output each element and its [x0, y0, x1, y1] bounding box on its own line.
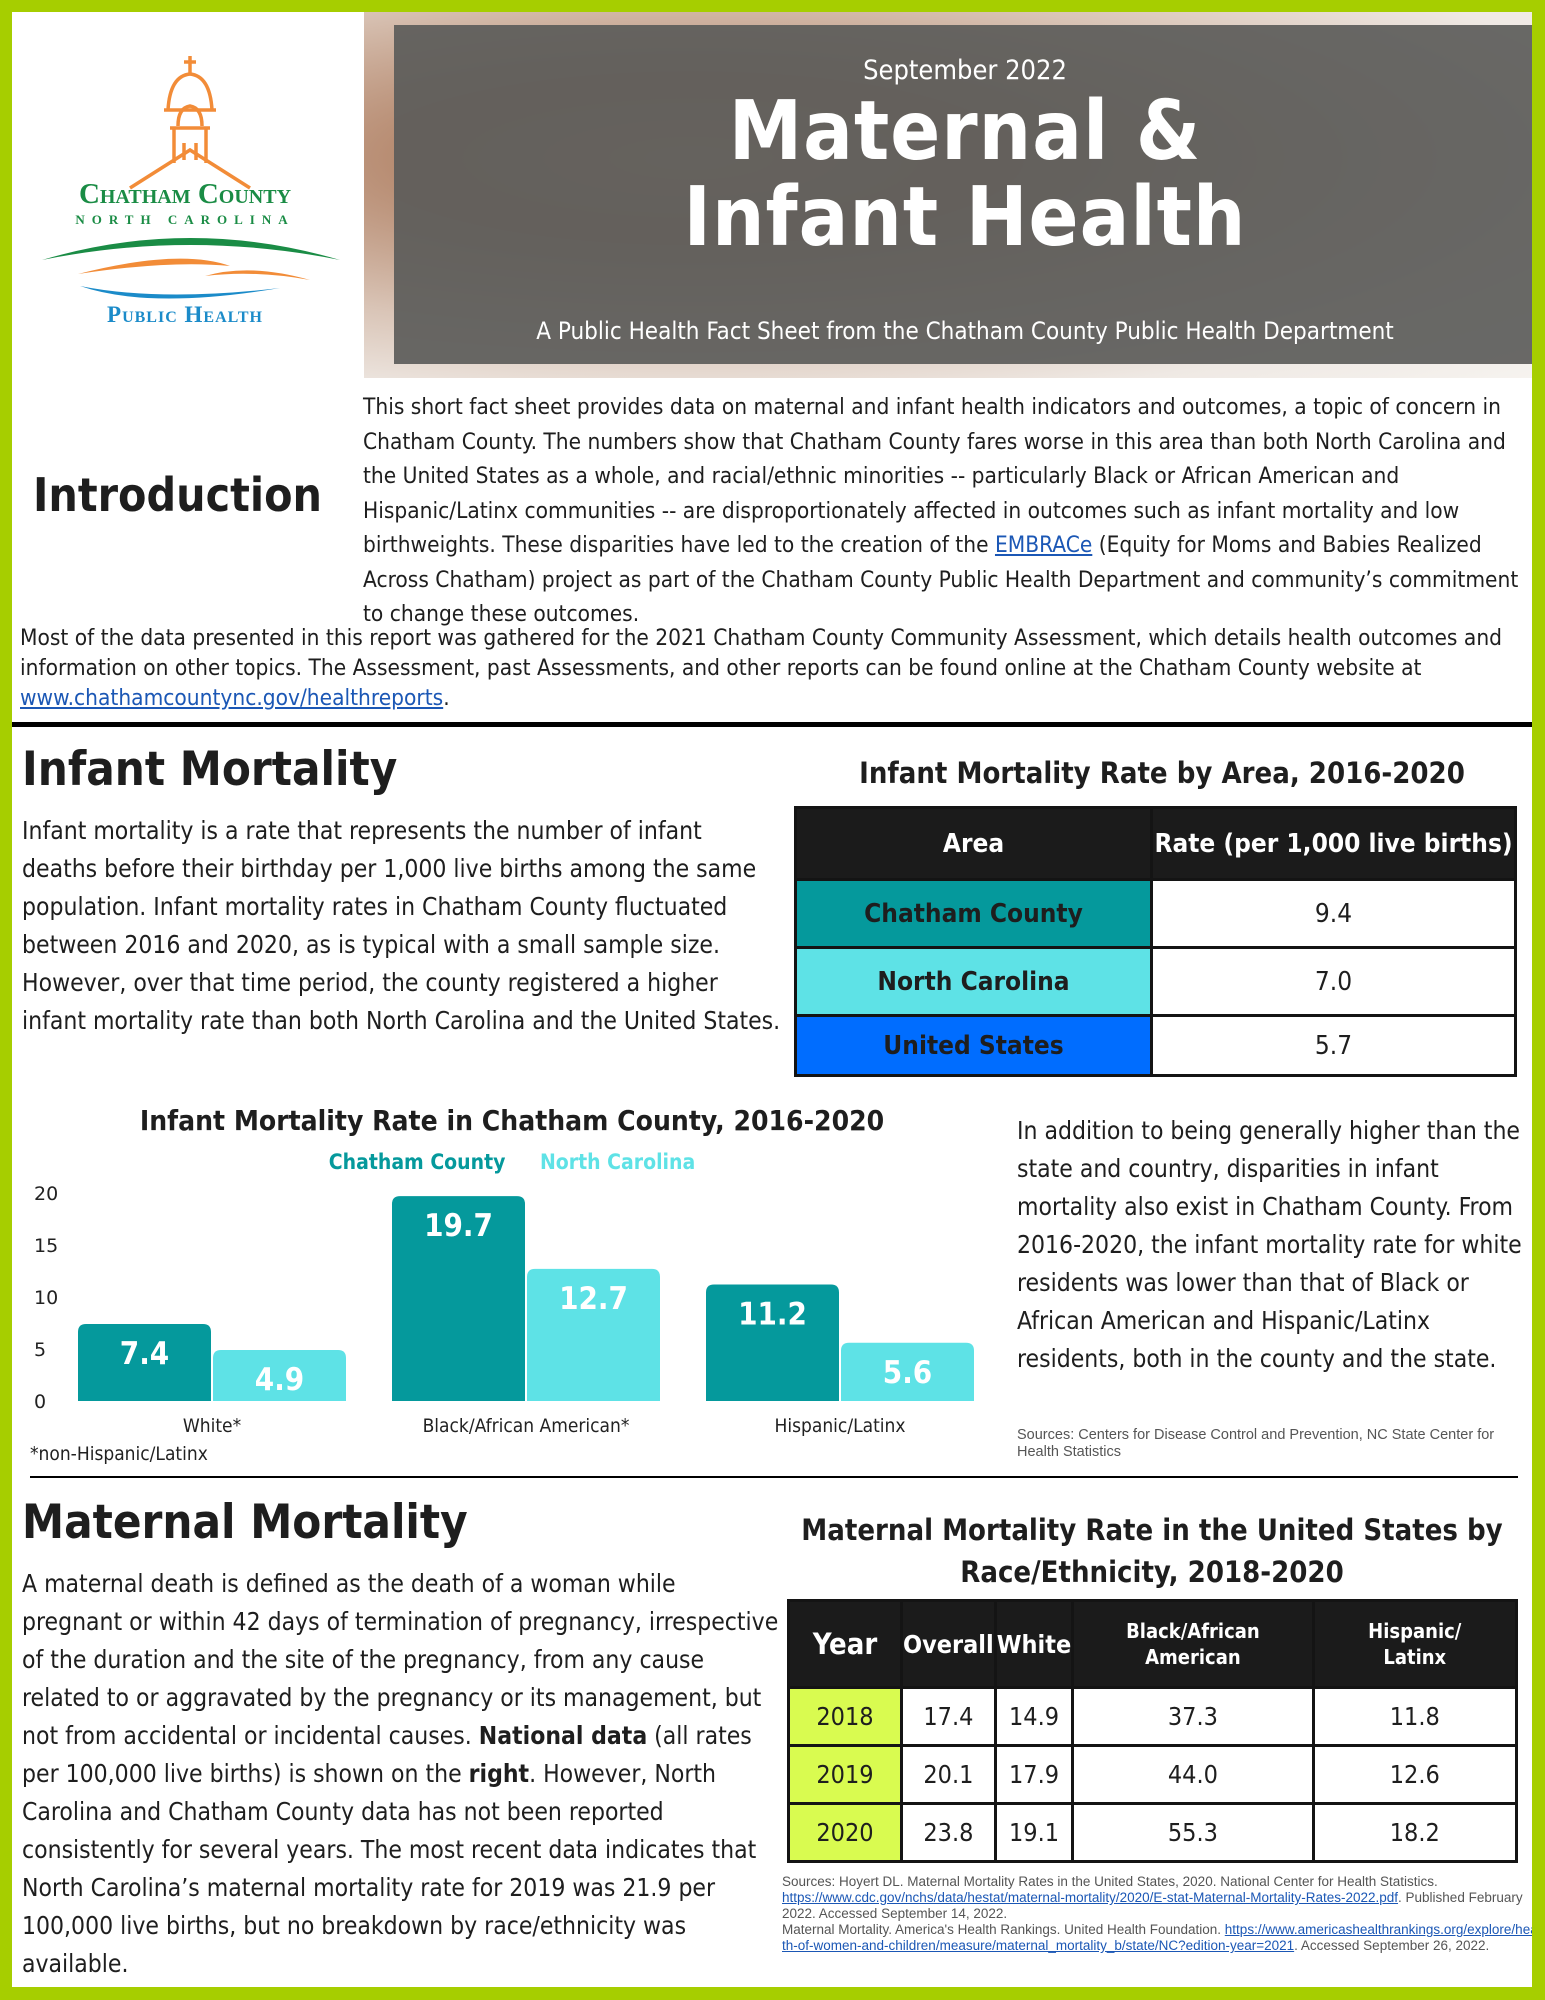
page-title: Maternal & Infant Health	[394, 89, 1532, 261]
rate-cell: 37.3	[1071, 1686, 1315, 1747]
maternal-bold-1: National data	[478, 1721, 648, 1750]
bar-value-label: 4.9	[255, 1362, 304, 1398]
area-cell: North Carolina	[794, 946, 1153, 1017]
infant-mortality-heading: Infant Mortality	[22, 742, 398, 797]
area-table-title: Infant Mortality Rate by Area, 2016-2020	[859, 756, 1465, 790]
disparities-paragraph: In addition to being generally higher th…	[1017, 1116, 1522, 1373]
chatham-county-public-health-logo: Chatham County NORTH CAROLINA Public Hea…	[30, 48, 340, 348]
maternal-table-title: Maternal Mortality Rate in the United St…	[801, 1513, 1503, 1589]
column-header-white: White	[993, 1599, 1075, 1689]
year-cell: 2018	[787, 1686, 903, 1747]
introduction-heading: Introduction	[33, 468, 322, 522]
logo-county-name: Chatham County	[78, 178, 292, 210]
introduction-paragraph: This short fact sheet provides data on m…	[363, 390, 1528, 632]
infant-sources: Sources: Centers for Disease Control and…	[1017, 1427, 1495, 1460]
rate-cell: 14.9	[993, 1686, 1075, 1747]
year-cell: 2019	[787, 1744, 903, 1805]
table-row: North Carolina 7.0	[794, 946, 1517, 1017]
table-row: United States 5.7	[794, 1014, 1517, 1077]
rate-cell: 23.8	[900, 1802, 997, 1863]
maternal-sources: Sources: Hoyert DL. Maternal Mortality R…	[782, 1874, 1532, 1954]
intro-text-4: .	[443, 685, 450, 711]
source-1-text: Sources: Hoyert DL. Maternal Mortality R…	[782, 1874, 1438, 1889]
x-category-label: White*	[183, 1415, 242, 1437]
x-category-label: Hispanic/Latinx	[775, 1415, 906, 1437]
maternal-mortality-heading: Maternal Mortality	[22, 1495, 468, 1550]
intro-text-3: Most of the data presented in this repor…	[20, 625, 1503, 681]
y-tick-label: 15	[34, 1235, 58, 1257]
source-2-after: . Accessed September 26, 2022.	[1294, 1938, 1490, 1953]
area-cell: United States	[794, 1014, 1153, 1077]
table-row: Chatham County 9.4	[794, 878, 1517, 949]
column-header-year: Year	[787, 1599, 903, 1689]
bar-value-label: 12.7	[559, 1281, 628, 1317]
rate-cell: 18.2	[1311, 1802, 1519, 1863]
maternal-bold-2: right	[468, 1759, 530, 1788]
column-header-overall: Overall	[900, 1599, 997, 1689]
column-header-black: Black/African American	[1071, 1599, 1315, 1689]
infant-mortality-bar-chart: 0 5 10 15 20 7.4 4.9 White* 19.7 12.7 Black/Africa…	[30, 1183, 974, 1465]
column-header-area: Area	[794, 806, 1153, 881]
rate-cell: 12.6	[1311, 1744, 1519, 1805]
data-source-paragraph: Most of the data presented in this repor…	[20, 623, 1520, 713]
area-cell: Chatham County	[794, 878, 1153, 949]
chart-footnote: *non-Hispanic/Latinx	[30, 1443, 208, 1465]
maternal-mortality-paragraph: A maternal death is defined as the death…	[22, 1565, 782, 1983]
rate-cell: 17.9	[993, 1744, 1075, 1805]
table-row: 2018 17.4 14.9 37.3 11.8	[787, 1686, 1519, 1747]
page-subtitle: A Public Health Fact Sheet from the Chat…	[536, 317, 1394, 345]
y-tick-label: 5	[34, 1339, 46, 1361]
rate-cell: 20.1	[900, 1744, 997, 1805]
rate-cell: 17.4	[900, 1686, 997, 1747]
table-row: 2020 23.8 19.1 55.3 18.2	[787, 1802, 1519, 1863]
rate-cell: 19.1	[993, 1802, 1075, 1863]
bar-value-label: 5.6	[883, 1355, 932, 1391]
section-divider	[12, 722, 1532, 727]
rate-cell: 9.4	[1150, 878, 1517, 949]
y-tick-label: 20	[34, 1183, 58, 1205]
source-2-text: Maternal Mortality. America's Health Ran…	[782, 1922, 1225, 1937]
title-line-1: Maternal &	[728, 84, 1202, 179]
x-category-label: Black/African American*	[423, 1415, 630, 1437]
embrace-link[interactable]: EMBRACe	[995, 532, 1092, 558]
table-row: 2019 20.1 17.9 44.0 12.6	[787, 1744, 1519, 1805]
health-reports-link[interactable]: www.chathamcountync.gov/healthreports	[20, 685, 443, 711]
infant-mortality-paragraph: Infant mortality is a rate that represen…	[22, 816, 781, 1035]
rate-cell: 11.8	[1311, 1686, 1519, 1747]
rate-cell: 5.7	[1150, 1014, 1517, 1077]
logo-state-name: NORTH CAROLINA	[75, 212, 295, 227]
rate-cell: 55.3	[1071, 1802, 1315, 1863]
rate-cell: 44.0	[1071, 1744, 1315, 1805]
maternal-mortality-table: Year Overall White Black/African America…	[787, 1599, 1519, 1863]
legend-item-chatham: Chatham County	[328, 1150, 506, 1174]
infant-mortality-area-table: Area Rate (per 1,000 live births) Chatha…	[794, 806, 1517, 1077]
column-header-hispanic: Hispanic/ Latinx	[1311, 1599, 1519, 1689]
title-line-2: Infant Health	[683, 170, 1247, 265]
y-tick-label: 10	[34, 1287, 58, 1309]
year-cell: 2020	[787, 1802, 903, 1863]
rate-cell: 7.0	[1150, 946, 1517, 1017]
legend-item-nc: North Carolina	[540, 1150, 696, 1174]
section-divider-thin	[30, 1476, 1518, 1478]
bar-value-label: 19.7	[424, 1208, 493, 1244]
y-tick-label: 0	[34, 1391, 46, 1413]
header-banner: September 2022 Maternal & Infant Health …	[394, 25, 1532, 364]
logo-public-health: Public Health	[107, 302, 263, 327]
chart-title: Infant Mortality Rate in Chatham County,…	[139, 1104, 885, 1137]
cdc-source-link[interactable]: https://www.cdc.gov/nchs/data/hestat/mat…	[782, 1890, 1398, 1905]
maternal-text-3: . However, North Carolina and Chatham Co…	[22, 1759, 757, 1978]
fact-sheet-page: Chatham County NORTH CAROLINA Public Hea…	[12, 12, 1532, 1987]
bar-value-label: 11.2	[738, 1297, 807, 1333]
column-header-rate: Rate (per 1,000 live births)	[1150, 806, 1517, 881]
bar-value-label: 7.4	[120, 1336, 169, 1372]
publication-date: September 2022	[863, 55, 1067, 86]
chart-legend: Chatham County North Carolina	[12, 1150, 1012, 1174]
